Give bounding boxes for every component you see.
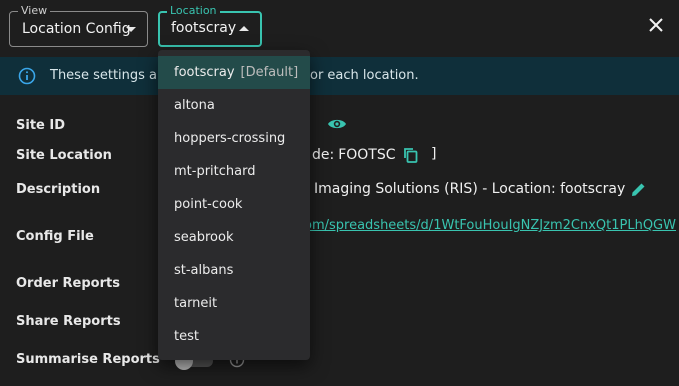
menu-item-hoppers-crossing[interactable]: hoppers-crossing xyxy=(158,122,310,155)
description-label: Description xyxy=(16,182,101,197)
menu-item-label: mt-pritchard xyxy=(174,164,256,179)
view-select-legend: View xyxy=(18,4,51,18)
site-code-prefix: de: xyxy=(312,147,335,163)
menu-item-label: tarneit xyxy=(174,296,218,311)
location-select-value: footscray xyxy=(171,20,237,36)
banner-text-end: or each location. xyxy=(310,68,419,83)
default-tag: [Default] xyxy=(240,65,299,80)
caret-up-icon xyxy=(239,26,249,31)
pencil-icon[interactable] xyxy=(630,181,647,198)
menu-item-tarneit[interactable]: tarneit xyxy=(158,287,310,320)
site-location-label: Site Location xyxy=(16,148,112,163)
order-reports-label: Order Reports xyxy=(16,276,120,291)
view-select-value: Location Config xyxy=(22,21,131,37)
copy-icon[interactable] xyxy=(403,147,418,163)
menu-item-point-cook[interactable]: point-cook xyxy=(158,188,310,221)
close-icon[interactable] xyxy=(647,16,665,34)
config-file-label: Config File xyxy=(16,229,94,244)
banner-text-start: These settings are xyxy=(50,68,171,83)
menu-item-label: altona xyxy=(174,98,215,113)
location-select[interactable]: Location footscray xyxy=(158,4,262,47)
share-reports-label: Share Reports xyxy=(16,314,121,329)
menu-item-label: footscray [Default] xyxy=(174,65,299,80)
info-icon xyxy=(18,67,36,85)
site-code-value: FOOTSC xyxy=(338,147,396,163)
summarise-reports-label: Summarise Reports xyxy=(16,352,160,367)
view-select[interactable]: View Location Config xyxy=(9,4,148,47)
menu-item-label: point-cook xyxy=(174,197,243,212)
site-code-bracket: ] xyxy=(431,146,437,162)
site-id-label: Site ID xyxy=(16,118,66,133)
menu-item-st-albans[interactable]: st-albans xyxy=(158,254,310,287)
menu-item-footscray[interactable]: footscray [Default] xyxy=(158,56,310,89)
menu-item-seabrook[interactable]: seabrook xyxy=(158,221,310,254)
eye-icon[interactable] xyxy=(327,117,347,131)
menu-item-label: test xyxy=(174,329,199,344)
menu-item-label: st-albans xyxy=(174,263,234,278)
location-select-legend: Location xyxy=(167,4,220,18)
top-bar: View Location Config Location footscray xyxy=(0,0,679,56)
menu-item-label: seabrook xyxy=(174,230,234,245)
config-file-link[interactable]: om/spreadsheets/d/1WtFouHouIgNZJzm2CnxQt… xyxy=(304,218,676,233)
caret-down-icon xyxy=(126,27,136,32)
menu-item-altona[interactable]: altona xyxy=(158,89,310,122)
location-dropdown-menu: footscray [Default] altona hoppers-crossi… xyxy=(158,50,310,360)
menu-item-test[interactable]: test xyxy=(158,320,310,353)
menu-item-mt-pritchard[interactable]: mt-pritchard xyxy=(158,155,310,188)
menu-item-label: hoppers-crossing xyxy=(174,131,286,146)
info-banner: These settings are or each location. xyxy=(0,57,679,95)
site-code: de: FOOTSC xyxy=(312,147,396,163)
description-value: Imaging Solutions (RIS) - Location: foot… xyxy=(314,181,626,197)
